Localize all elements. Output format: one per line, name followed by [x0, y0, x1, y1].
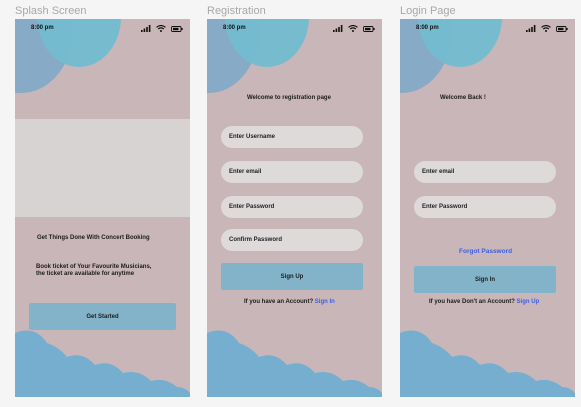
battery-icon — [171, 25, 183, 32]
cloud-decoration — [207, 330, 382, 397]
login-title: Welcome Back ! — [440, 95, 486, 101]
battery-icon — [363, 25, 375, 32]
registration-frame: 8:00 pm Welcome to registration page Ent… — [207, 19, 382, 397]
login-frame: 8:00 pm Welcome Back ! Enter email Enter… — [400, 19, 575, 397]
battery-icon — [556, 25, 568, 32]
sign-up-button[interactable]: Sign Up — [221, 263, 363, 290]
status-icons — [526, 25, 568, 32]
splash-description-line2: the ticket are available for anytime — [36, 271, 135, 277]
splash-screen-frame: 8:00 pm Get Things Done With Concert Boo… — [15, 19, 190, 397]
registration-title: Welcome to registration page — [247, 95, 331, 101]
wifi-icon — [156, 25, 166, 32]
signup-prompt: If you have Don't an Account? Sign Up — [429, 299, 539, 305]
signal-icon — [141, 25, 151, 32]
frame-label-login: Login Page — [400, 5, 456, 17]
signal-icon — [333, 25, 343, 32]
email-input[interactable]: Enter email — [414, 161, 556, 183]
frame-label-registration: Registration — [207, 5, 266, 17]
cloud-decoration — [400, 330, 575, 397]
account-question: If you have an Account? — [244, 299, 314, 305]
status-time: 8:00 pm — [416, 25, 439, 31]
get-started-button[interactable]: Get Started — [29, 303, 176, 330]
status-icons — [141, 25, 183, 32]
password-input[interactable]: Enter Password — [221, 196, 363, 218]
forgot-password-link[interactable]: Forgot Password — [459, 248, 512, 255]
cloud-decoration — [15, 330, 190, 397]
sign-up-link[interactable]: Sign Up — [517, 299, 540, 305]
sign-in-button[interactable]: Sign In — [414, 266, 556, 293]
confirm-password-input[interactable]: Confirm Password — [221, 229, 363, 251]
status-time: 8:00 pm — [31, 25, 54, 31]
email-input[interactable]: Enter email — [221, 161, 363, 183]
password-input[interactable]: Enter Password — [414, 196, 556, 218]
account-question: If you have Don't an Account? — [429, 299, 515, 305]
status-icons — [333, 25, 375, 32]
wifi-icon — [541, 25, 551, 32]
hero-image-placeholder — [15, 119, 190, 217]
sign-in-link[interactable]: Sign In — [315, 299, 335, 305]
splash-headline: Get Things Done With Concert Booking — [37, 235, 150, 241]
wifi-icon — [348, 25, 358, 32]
splash-description-line1: Book ticket of Your Favourite Musicians, — [36, 264, 152, 270]
frame-label-splash: Splash Screen — [15, 5, 87, 17]
signal-icon — [526, 25, 536, 32]
signin-prompt: If you have an Account? Sign In — [244, 299, 335, 305]
username-input[interactable]: Enter Username — [221, 126, 363, 148]
status-time: 8:00 pm — [223, 25, 246, 31]
